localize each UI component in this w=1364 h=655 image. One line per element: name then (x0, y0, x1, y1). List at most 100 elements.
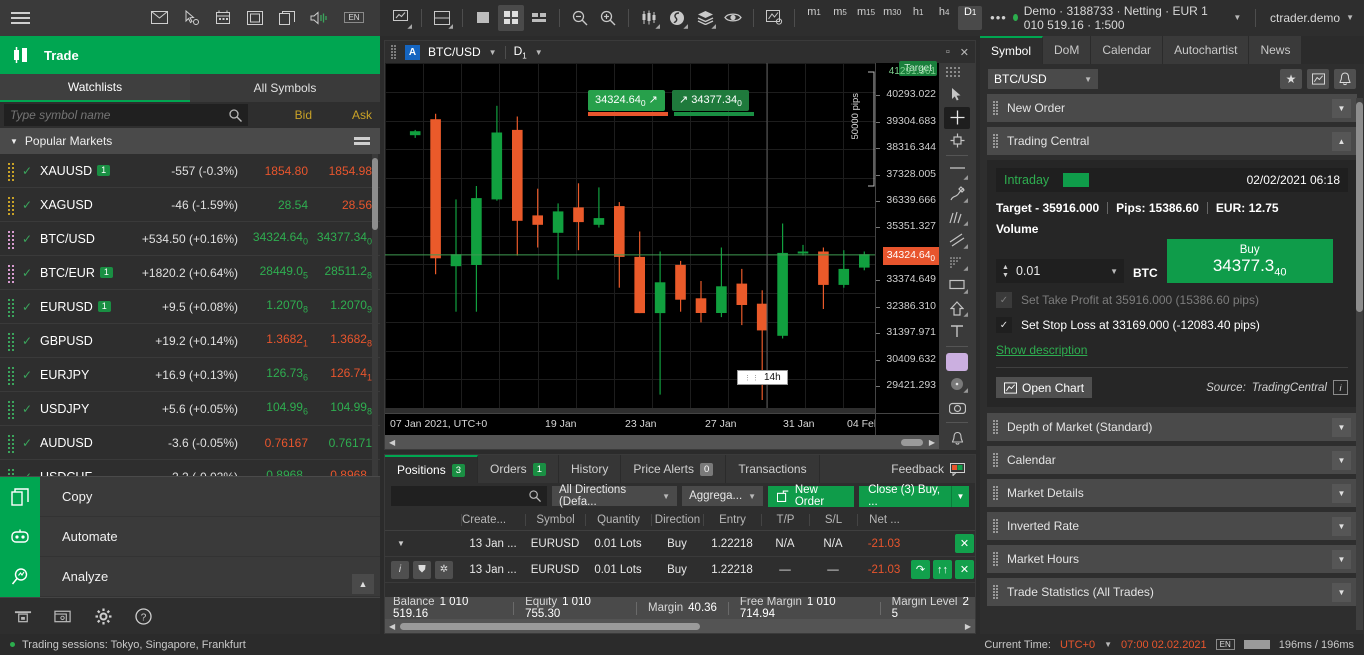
single-layout-icon[interactable] (470, 5, 496, 31)
fullscreen-icon[interactable] (246, 9, 264, 27)
symbol-row[interactable]: ✓BTC/USD+534.50 (+0.16%)34324.64034377.3… (0, 222, 380, 256)
color-swatch-icon[interactable] (944, 351, 970, 373)
chart-settings-icon[interactable] (761, 5, 787, 31)
timeframe-h1[interactable]: h1 (906, 6, 930, 30)
section-trading-central[interactable]: Trading Central ▲ (987, 127, 1357, 155)
chart-icon[interactable] (1307, 69, 1329, 89)
right-symbol-select[interactable]: BTC/USD ▼ (988, 69, 1098, 89)
drag-handle-icon[interactable] (8, 367, 18, 383)
symbol-bid[interactable]: 104.996 (244, 400, 308, 416)
scroll-right-icon[interactable]: ▶ (929, 438, 935, 447)
chart-bid-flag[interactable]: 34324.640 ↗ (588, 90, 665, 111)
scroll-left-icon[interactable]: ◀ (389, 438, 395, 447)
cell-take-profit[interactable]: — (761, 564, 809, 576)
cursor-settings-icon[interactable] (182, 9, 200, 27)
filter-aggregate-select[interactable]: Aggrega... ▼ (682, 486, 763, 506)
timeframe-d1[interactable]: D1 (958, 6, 982, 30)
rectangle-icon[interactable]: ◢ (944, 274, 970, 296)
new-chart-icon[interactable]: ◢ (388, 5, 414, 31)
timeframe-h4[interactable]: h4 (932, 6, 956, 30)
drag-handle-icon[interactable] (8, 197, 18, 213)
tab-news[interactable]: News (1249, 36, 1302, 64)
symbol-row[interactable]: ✓XAUUSD1-557 (-0.3%)1854.801854.98 (0, 154, 380, 188)
help-icon[interactable]: ? (134, 607, 152, 625)
tab-price-alerts[interactable]: Price Alerts0 (621, 455, 726, 483)
position-info-icon[interactable]: i (391, 561, 409, 579)
symbol-ask[interactable]: 1.36828 (308, 332, 372, 348)
take-profit-row[interactable]: ✓ Set Take Profit at 35916.000 (15386.60… (996, 292, 1348, 308)
symbol-bid[interactable]: 34324.640 (244, 230, 308, 246)
layers-icon[interactable]: ◢ (692, 5, 718, 31)
collapse-panel-button[interactable]: ▲ (352, 574, 374, 594)
split-chart-icon[interactable]: ◢ (429, 5, 455, 31)
check-icon[interactable]: ✓ (22, 436, 40, 450)
chevron-down-icon[interactable]: ▼ (1332, 517, 1351, 536)
info-icon[interactable]: i (1333, 380, 1348, 395)
column-header[interactable]: T/P (761, 514, 809, 526)
drag-handle-icon[interactable] (8, 435, 18, 451)
search-input[interactable] (10, 108, 229, 122)
symbol-bid[interactable]: 126.736 (244, 366, 308, 382)
table-row[interactable]: ▼13 Jan ...EURUSD0.01 LotsBuy1.22218N/AN… (385, 531, 975, 557)
cursor-icon[interactable] (944, 84, 970, 106)
symbol-bid[interactable]: 28449.05 (244, 264, 308, 280)
context-menu-item-analyze[interactable]: Analyze (0, 557, 380, 597)
timeframe-m1[interactable]: m1 (802, 6, 826, 30)
deposit-icon[interactable] (14, 607, 32, 625)
tab-autochartist[interactable]: Autochartist (1163, 36, 1249, 64)
alert-bell-icon[interactable] (944, 427, 970, 449)
wallet-icon[interactable] (54, 607, 72, 625)
scroll-right-icon-positions[interactable]: ▶ (965, 622, 971, 631)
position-protect-icon[interactable]: ⛊ (413, 561, 431, 579)
scroll-left-icon-positions[interactable]: ◀ (389, 622, 395, 631)
symbol-row[interactable]: ✓EURJPY+16.9 (+0.13%)126.736126.741 (0, 358, 380, 392)
drag-handle-icon[interactable] (8, 401, 18, 417)
filter-direction-select[interactable]: All Directions (Defa... ▼ (552, 486, 677, 506)
rows-layout-icon[interactable] (526, 5, 552, 31)
symbol-ask[interactable]: 1854.98 (308, 164, 372, 178)
candlestick-type-icon[interactable]: ◢ (636, 5, 662, 31)
chart-horizontal-scrollbar[interactable]: ◀ ▶ (385, 435, 939, 449)
symbol-ask[interactable]: 1.20709 (308, 298, 372, 314)
section-market-details[interactable]: Market Details▼ (987, 479, 1357, 507)
drag-handle-icon[interactable] (8, 163, 18, 179)
positions-horizontal-scrollbar[interactable]: ◀ ▶ (385, 619, 975, 633)
symbol-ask[interactable]: 34377.340 (308, 230, 372, 246)
column-header[interactable]: S/L (809, 514, 857, 526)
chevron-down-icon-new-order[interactable]: ▼ (1332, 99, 1351, 118)
open-chart-button[interactable]: Open Chart (996, 377, 1092, 398)
text-icon[interactable] (944, 320, 970, 342)
buy-button[interactable]: Buy 34377.340 (1167, 239, 1333, 283)
tab-orders[interactable]: Orders1 (478, 455, 559, 483)
context-menu-item-automate[interactable]: Automate (0, 517, 380, 557)
symbol-row[interactable]: ✓EURUSD1+9.5 (+0.08%)1.207081.20709 (0, 290, 380, 324)
section-calendar[interactable]: Calendar▼ (987, 446, 1357, 474)
chart-drag-handle[interactable] (391, 45, 397, 59)
check-icon[interactable]: ✓ (22, 300, 40, 314)
bell-icon[interactable] (1334, 69, 1356, 89)
tab-history[interactable]: History (559, 455, 621, 483)
chevron-down-icon[interactable]: ▼ (1332, 451, 1351, 470)
more-timeframes-button[interactable]: ••• (984, 10, 1013, 25)
table-row[interactable]: i⛊✲13 Jan ...EURUSD0.01 LotsBuy1.22218——… (385, 557, 975, 583)
chart-ask-flag[interactable]: ↗ 34377.340 (672, 90, 749, 111)
column-header[interactable]: Direction (651, 514, 703, 526)
check-icon[interactable]: ✓ (22, 334, 40, 348)
calendar-icon[interactable] (214, 9, 232, 27)
close-position-button[interactable]: ✕ (955, 560, 974, 579)
section-market-hours[interactable]: Market Hours▼ (987, 545, 1357, 573)
check-icon[interactable]: ✓ (22, 266, 40, 280)
symbol-ask[interactable]: 126.741 (308, 366, 372, 382)
crosshair-icon[interactable] (944, 107, 970, 129)
symbol-row[interactable]: ✓AUDUSD-3.6 (-0.05%)0.761670.76171 (0, 426, 380, 460)
symbol-ask[interactable]: 104.998 (308, 400, 372, 416)
chart-canvas[interactable]: 34324.640 ↗↗ 34377.34050000 pips⋮⋮14h (385, 63, 875, 408)
language-status-label[interactable]: EN (1216, 639, 1235, 650)
timezone-label[interactable]: UTC+0 (1060, 639, 1095, 651)
price-axis[interactable]: Target41291.36140293.02239304.68338316.3… (875, 63, 939, 413)
check-icon[interactable]: ✓ (22, 368, 40, 382)
sound-icon[interactable] (310, 9, 328, 27)
column-header[interactable]: Net ... (857, 514, 911, 526)
check-icon[interactable]: ✓ (22, 164, 40, 178)
check-icon[interactable]: ✓ (22, 198, 40, 212)
